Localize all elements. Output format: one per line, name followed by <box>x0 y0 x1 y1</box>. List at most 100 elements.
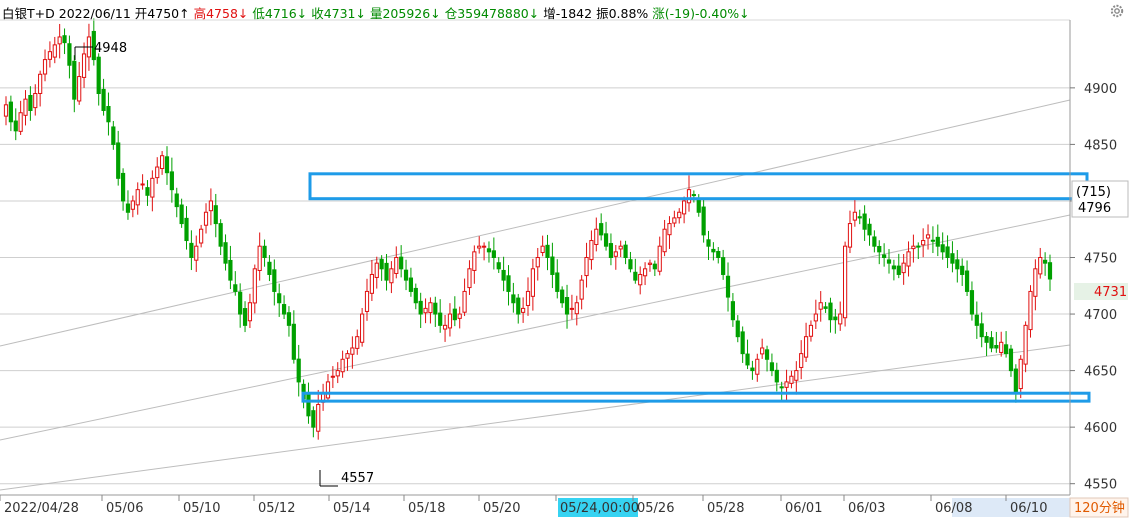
candle-body <box>1018 358 1023 390</box>
candle-body <box>101 88 106 111</box>
candle-body <box>384 262 389 281</box>
candle-body <box>843 245 848 319</box>
candle-body <box>613 251 618 257</box>
candle-body <box>433 302 438 315</box>
candle-body <box>155 166 160 179</box>
candle-body <box>335 370 340 377</box>
candle-body <box>921 240 926 246</box>
y-tick-label: 4550 <box>1084 478 1117 493</box>
candle-body <box>594 228 599 246</box>
x-tick-label: 06/08 <box>935 501 972 516</box>
x-tick-label: 05/18 <box>408 501 445 516</box>
candle-body <box>584 257 589 277</box>
candle-body <box>672 217 677 224</box>
candle-body <box>360 313 365 343</box>
high-label: 4948 <box>94 41 127 56</box>
candle-body <box>438 312 443 326</box>
candle-body <box>828 302 833 321</box>
candlestick-chart[interactable]: 455046004650470047504800485049002022/04/… <box>0 0 1129 519</box>
candle-body <box>247 302 253 322</box>
box-label-upper: (715) <box>1076 185 1111 200</box>
candle-body <box>1013 368 1018 394</box>
candle-body <box>623 244 628 259</box>
candle-body <box>906 251 911 267</box>
candle-body <box>486 248 492 253</box>
candle-body <box>81 53 87 78</box>
candle-body <box>682 200 687 215</box>
candle-body <box>886 259 892 264</box>
candle-body <box>62 35 67 44</box>
candle-body <box>38 73 43 94</box>
candle-body <box>184 217 189 242</box>
candle-body <box>316 404 321 432</box>
candle-body <box>940 244 945 253</box>
candle-body <box>706 239 711 247</box>
candle-body <box>291 323 296 360</box>
candle-body <box>42 59 48 75</box>
candle-body <box>96 56 101 95</box>
candle-body <box>174 193 179 208</box>
candle-body <box>33 93 38 109</box>
candle-body <box>399 256 404 270</box>
candle-body <box>677 211 682 219</box>
y-tick-label: 4600 <box>1084 421 1117 436</box>
candle-body <box>1003 344 1009 355</box>
candle-body <box>491 250 496 259</box>
candle-body <box>442 324 448 330</box>
candle-body <box>179 204 184 225</box>
candle-body <box>862 213 867 230</box>
candle-body <box>77 76 82 102</box>
candle-body <box>252 268 257 304</box>
channel-line <box>0 344 1071 491</box>
candle-body <box>403 269 409 281</box>
candle-body <box>803 336 809 358</box>
x-tick-label: 05/10 <box>183 501 220 516</box>
candle-body <box>696 199 701 213</box>
candle-body <box>233 284 238 292</box>
x-tick-label: 06/03 <box>848 501 885 516</box>
candle-body <box>721 257 726 275</box>
candle-body <box>164 156 170 174</box>
candle-body <box>833 316 838 321</box>
support-resistance-boxes <box>301 172 1091 403</box>
candle-body <box>599 223 604 236</box>
period-label: 120分钟 <box>1074 500 1125 516</box>
candle-body <box>647 262 653 265</box>
candle-body <box>964 270 970 292</box>
candle-body <box>725 275 731 298</box>
candle-body <box>1047 262 1053 280</box>
candle-body <box>560 289 565 304</box>
candle-body <box>579 279 584 300</box>
candle-body <box>945 246 950 258</box>
candle-body <box>994 345 999 349</box>
candle-body <box>652 263 657 270</box>
low-label: 4557 <box>341 471 374 486</box>
x-tick-label: 05/12 <box>258 501 295 516</box>
candle-body <box>281 304 287 315</box>
candle-body <box>667 223 672 236</box>
candle-body <box>852 211 857 221</box>
candle-body <box>555 272 560 292</box>
candle-body <box>808 324 814 337</box>
candle-body <box>472 251 477 271</box>
candle-body <box>730 301 735 321</box>
candle-body <box>72 60 77 100</box>
candle-body <box>423 307 428 314</box>
candle-body <box>57 36 62 45</box>
candle-body <box>511 294 516 304</box>
candle-body <box>1038 257 1043 275</box>
candle-body <box>330 375 335 378</box>
candle-body <box>135 189 140 206</box>
candle-body <box>418 300 423 315</box>
candle-body <box>379 259 384 270</box>
candle-body <box>52 44 57 58</box>
candle-body <box>750 367 755 372</box>
candle-body <box>462 290 467 313</box>
candle-body <box>413 287 418 304</box>
candle-body <box>872 236 877 247</box>
candle-body <box>823 306 828 309</box>
candle-body <box>638 273 643 286</box>
candle-body <box>106 105 111 123</box>
candle-body <box>1043 259 1048 264</box>
candle-body <box>447 313 453 329</box>
